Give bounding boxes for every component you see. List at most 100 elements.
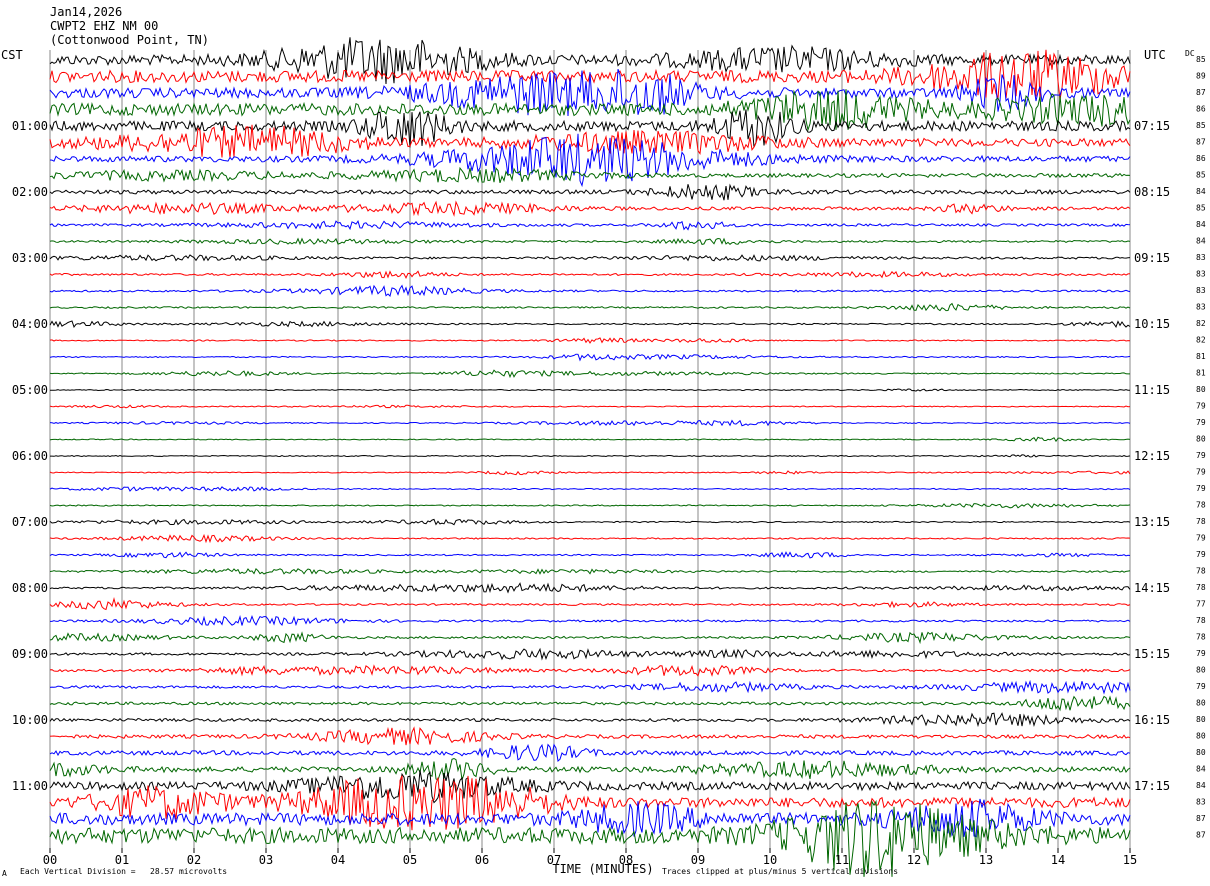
cst-label-03:00: 03:00	[12, 251, 48, 265]
trace-row-31	[49, 551, 1131, 559]
right-timezone-label: UTC	[1144, 48, 1166, 62]
trace-row-26	[49, 470, 1131, 476]
cst-label-08:00: 08:00	[12, 581, 48, 595]
trace-row-9	[49, 183, 1131, 201]
trace-row-39	[49, 679, 1131, 695]
dc-offset-row-23: 79	[1196, 418, 1206, 427]
dc-offset-row-16: 83	[1196, 303, 1206, 312]
cst-label-06:00: 06:00	[12, 449, 48, 463]
cst-label-05:00: 05:00	[12, 383, 48, 397]
dc-offset-row-21: 80	[1196, 385, 1206, 394]
dc-offset-row-10: 85	[1196, 204, 1206, 213]
dc-offset-row-6: 87	[1196, 138, 1206, 147]
dc-offset-row-41: 80	[1196, 715, 1206, 724]
dc-offset-row-13: 83	[1196, 253, 1206, 262]
trace-row-17	[49, 320, 1131, 328]
trace-row-34	[49, 596, 1131, 611]
dc-offset-row-2: 89	[1196, 72, 1206, 81]
dc-offset-row-26: 79	[1196, 468, 1206, 477]
dc-offset-row-45: 84	[1196, 781, 1206, 790]
trace-row-24	[49, 436, 1131, 443]
trace-row-10	[49, 200, 1131, 217]
cst-label-01:00: 01:00	[12, 119, 48, 133]
header-location: (Cottonwood Point, TN)	[50, 33, 209, 47]
dc-offset-row-48: 87	[1196, 831, 1206, 840]
trace-row-3	[49, 69, 1131, 117]
dc-offset-row-46: 83	[1196, 798, 1206, 807]
clip-note: Traces clipped at plus/minus 5 vertical …	[662, 867, 899, 876]
dc-offset-row-22: 79	[1196, 402, 1206, 411]
trace-row-19	[49, 353, 1131, 362]
x-tick-label-03: 03	[259, 853, 273, 867]
utc-label-08:15: 08:15	[1134, 185, 1170, 199]
dc-offset-row-17: 82	[1196, 319, 1206, 328]
trace-row-4	[49, 89, 1131, 132]
cst-label-04:00: 04:00	[12, 317, 48, 331]
cst-label-11:00: 11:00	[12, 779, 48, 793]
dc-offset-row-47: 87	[1196, 814, 1206, 823]
dc-offset-row-40: 80	[1196, 699, 1206, 708]
trace-row-25	[50, 454, 1131, 458]
dc-offset-row-25: 79	[1196, 451, 1206, 460]
utc-label-15:15: 15:15	[1134, 647, 1170, 661]
time-gridlines	[49, 50, 1131, 848]
trace-row-27	[49, 486, 1131, 492]
dc-offset-row-31: 79	[1196, 550, 1206, 559]
dc-offset-row-14: 83	[1196, 270, 1206, 279]
cst-hour-labels: 01:00 02:00 03:00 04:00 05:00 06:00 07:00 08:00…	[12, 119, 48, 793]
trace-row-28	[49, 503, 1131, 509]
dc-offset-row-37: 79	[1196, 649, 1206, 658]
trace-row-21	[50, 388, 1131, 392]
header-station: CWPT2 EHZ NM 00	[50, 19, 159, 33]
x-tick-label-02: 02	[187, 853, 201, 867]
trace-row-23	[49, 419, 1131, 427]
x-tick-label-00: 00	[43, 853, 57, 867]
utc-label-12:15: 12:15	[1134, 449, 1170, 463]
utc-label-07:15: 07:15	[1134, 119, 1170, 133]
utc-label-09:15: 09:15	[1134, 251, 1170, 265]
trace-row-33	[49, 582, 1131, 594]
trace-row-18	[49, 337, 1131, 344]
x-tick-label-06: 06	[475, 853, 489, 867]
x-tick-label-14: 14	[1051, 853, 1065, 867]
trace-row-20	[49, 369, 1130, 379]
dc-offset-row-33: 78	[1196, 583, 1206, 592]
corner-mark: A	[2, 869, 7, 878]
trace-row-41	[49, 712, 1131, 728]
x-tick-label-12: 12	[907, 853, 921, 867]
dc-offset-row-11: 84	[1196, 220, 1206, 229]
dc-offset-row-1: 85	[1196, 55, 1206, 64]
utc-label-13:15: 13:15	[1134, 515, 1170, 529]
dc-offset-row-34: 77	[1196, 600, 1206, 609]
dc-offset-row-28: 78	[1196, 501, 1206, 510]
x-axis-label: TIME (MINUTES)	[552, 862, 653, 876]
cst-label-10:00: 10:00	[12, 713, 48, 727]
x-tick-label-11: 11	[835, 853, 849, 867]
trace-row-32	[49, 567, 1131, 575]
trace-row-30	[49, 533, 1131, 544]
x-tick-label-01: 01	[115, 853, 129, 867]
dc-offset-row-3: 87	[1196, 88, 1206, 97]
cst-label-09:00: 09:00	[12, 647, 48, 661]
dc-offset-row-29: 78	[1196, 517, 1206, 526]
trace-row-15	[49, 284, 1131, 297]
trace-row-22	[49, 404, 1131, 409]
x-tick-label-05: 05	[403, 853, 417, 867]
trace-row-14	[49, 270, 1131, 279]
helicorder-chart: 00 01 02 03 04 05 06 07 08 09 10 11 12 13 14 15 01:0002…	[12, 37, 1206, 877]
dc-offset-row-18: 82	[1196, 336, 1206, 345]
trace-row-40	[49, 695, 1131, 712]
dc-offset-row-27: 79	[1196, 484, 1206, 493]
x-tick-label-04: 04	[331, 853, 345, 867]
dc-offset-row-43: 80	[1196, 748, 1206, 757]
dc-offset-row-4: 86	[1196, 105, 1206, 114]
header-date: Jan14,2026	[50, 5, 123, 19]
trace-row-16	[49, 302, 1131, 312]
trace-row-42	[49, 726, 1131, 746]
trace-row-37	[49, 647, 1131, 661]
dc-offset-row-24: 80	[1196, 435, 1206, 444]
trace-row-8	[49, 166, 1131, 184]
trace-row-7	[49, 133, 1131, 188]
utc-label-11:15: 11:15	[1134, 383, 1170, 397]
x-tick-label-13: 13	[979, 853, 993, 867]
